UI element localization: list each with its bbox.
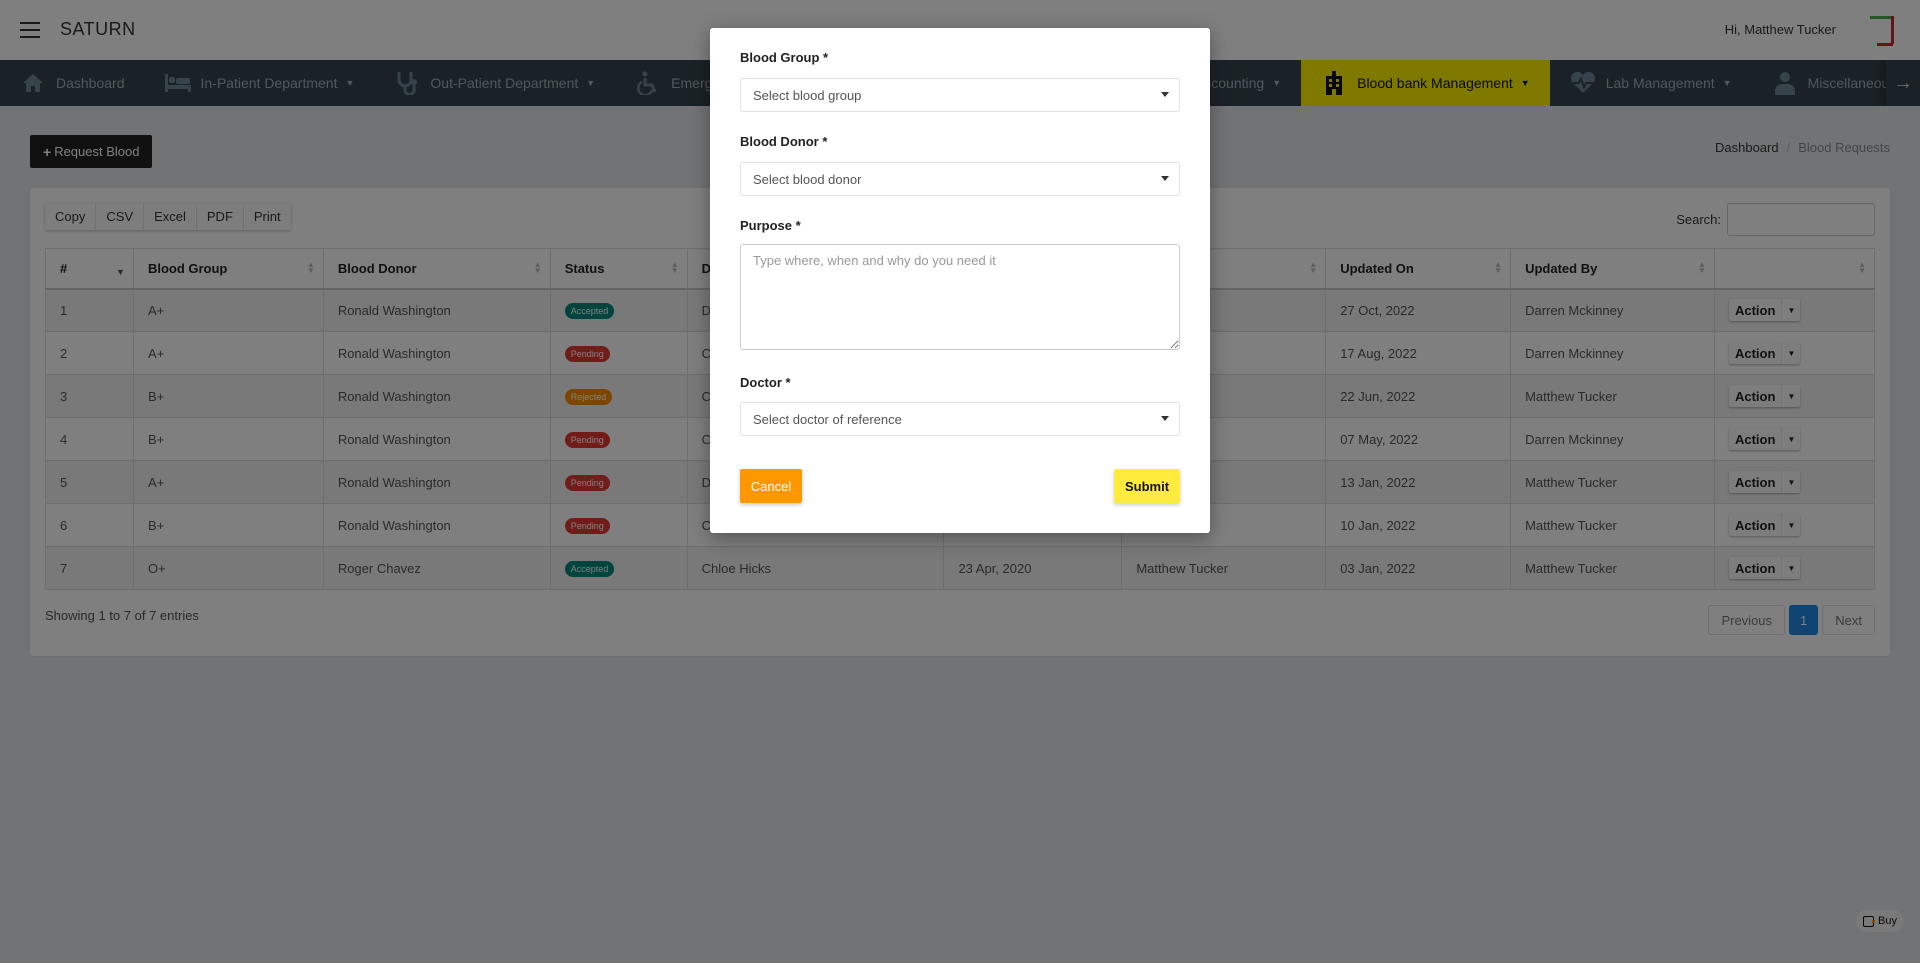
purpose-label: Purpose *	[740, 218, 801, 233]
purpose-textarea[interactable]	[740, 244, 1180, 350]
caret-down-icon	[1161, 416, 1169, 421]
doctor-label: Doctor *	[740, 375, 791, 390]
doctor-placeholder: Select doctor of reference	[753, 411, 902, 427]
blood-donor-label: Blood Donor *	[740, 134, 828, 149]
submit-button[interactable]: Submit	[1114, 469, 1180, 503]
doctor-select[interactable]: Select doctor of reference	[740, 402, 1180, 436]
caret-down-icon	[1161, 176, 1169, 181]
blood-group-select[interactable]: Select blood group	[740, 78, 1180, 112]
cancel-button[interactable]: Cancel	[740, 469, 802, 503]
blood-group-placeholder: Select blood group	[753, 87, 862, 103]
blood-donor-select[interactable]: Select blood donor	[740, 162, 1180, 196]
request-blood-modal: Blood Group * Select blood group Blood D…	[710, 28, 1210, 533]
blood-donor-placeholder: Select blood donor	[753, 171, 862, 187]
blood-group-label: Blood Group *	[740, 50, 829, 65]
caret-down-icon	[1161, 92, 1169, 97]
